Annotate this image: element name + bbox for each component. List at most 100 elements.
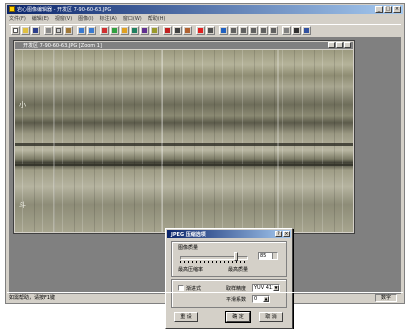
cut-button[interactable] [44,26,53,35]
record-button[interactable] [196,26,205,35]
play-icon [251,28,256,33]
slider-thumb[interactable] [234,252,239,261]
undo-button[interactable] [77,26,86,35]
cancel-button[interactable]: 取 消 [259,312,283,322]
quality-slider[interactable] [180,252,248,263]
info-button[interactable] [219,26,228,35]
paste-button[interactable] [64,26,73,35]
crop-icon [102,28,107,33]
brightness-button[interactable] [130,26,139,35]
copy-button[interactable] [54,26,63,35]
slider-ticks [180,261,248,263]
ruler-icon [185,28,190,33]
last-button[interactable] [269,26,278,35]
first-button[interactable] [229,26,238,35]
core-fracture [161,50,163,232]
title-bar[interactable]: 岩心图像编辑器 - 开发区 7-90-60-63.JPG _ □ × [7,5,403,14]
window-title: 岩心图像编辑器 - 开发区 7-90-60-63.JPG [17,7,112,13]
color-button[interactable] [120,26,129,35]
core-dark-seam-lower [15,164,353,166]
image-maximize-button[interactable] [336,42,343,48]
menu-view[interactable]: 视窗(V) [55,15,72,23]
app-icon [9,6,15,12]
rotate-button[interactable] [110,26,119,35]
dialog-close-button[interactable]: × [283,231,290,237]
new-file-button[interactable] [11,26,20,35]
image-close-button[interactable] [344,42,351,48]
magnifier-icon [284,28,289,33]
next-icon [261,28,266,33]
menu-help[interactable]: 帮助(H) [148,15,166,23]
core-mark: 小 [19,101,26,109]
prev-button[interactable] [239,26,248,35]
toolbar [9,24,401,38]
brightness-icon [132,28,137,33]
core-fracture [53,50,55,232]
spinner-arrows-icon[interactable] [272,253,277,259]
reset-button[interactable]: 重 设 [174,312,198,322]
ok-button[interactable]: 确 定 [225,311,251,323]
prev-icon [241,28,246,33]
minimize-button[interactable]: _ [375,6,383,13]
image-window-title-bar[interactable]: 开发区 7-90-60-63.JPG [Zoom 1] [15,42,353,49]
workspace: 开发区 7-90-60-63.JPG [Zoom 1] 小 斗 JPEG 压缩选… [9,38,401,329]
menu-window[interactable]: 窗口(W) [123,15,142,23]
palette-icon [122,28,127,33]
filter-icon [152,28,157,33]
close-button[interactable]: × [393,6,401,13]
core-dark-seam [15,143,353,146]
help-icon [304,28,309,33]
pointer-button[interactable] [292,26,301,35]
filter-button[interactable] [150,26,159,35]
mark-button[interactable] [163,26,172,35]
first-icon [231,28,236,33]
grid-button[interactable] [206,26,215,35]
text-button[interactable] [173,26,182,35]
sampling-label: 取样精度 [226,286,247,292]
crop-button[interactable] [100,26,109,35]
contrast-icon [142,28,147,33]
menu-image[interactable]: 图像(I) [78,15,93,23]
status-text: 如需帮助，请按F1键 [9,295,56,301]
core-image: 小 斗 [15,50,353,232]
rotate-icon [112,28,117,33]
image-window: 开发区 7-90-60-63.JPG [Zoom 1] 小 斗 [13,40,355,234]
menu-annotate[interactable]: 标注(A) [100,15,117,23]
info-icon [221,28,226,33]
menu-bar: 文件(F) 编辑(E) 视窗(V) 图像(I) 标注(A) 窗口(W) 帮助(H… [9,15,165,23]
measure-button[interactable] [183,26,192,35]
image-minimize-button[interactable] [328,42,335,48]
progressive-label: 渐进式 [186,286,202,292]
help-button[interactable] [302,26,311,35]
redo-button[interactable] [87,26,96,35]
jpeg-options-dialog: JPEG 压缩选项 ? × 图像质量 85 最高压缩率 最高质量 渐进式 取样精… [165,228,293,329]
progressive-checkbox[interactable] [178,285,184,291]
maximize-button[interactable]: □ [384,6,392,13]
max-quality-label: 最高质量 [228,267,249,273]
menu-file[interactable]: 文件(F) [9,15,26,23]
disk-icon [33,28,38,33]
next-button[interactable] [259,26,268,35]
chevron-down-icon[interactable]: ▼ [273,285,279,291]
zoom-button[interactable] [282,26,291,35]
contrast-button[interactable] [140,26,149,35]
quality-group: 图像质量 85 最高压缩率 最高质量 [171,241,287,277]
last-icon [271,28,276,33]
core-mark: 斗 [19,201,26,209]
play-button[interactable] [249,26,258,35]
open-button[interactable] [21,26,30,35]
sampling-dropdown[interactable]: YUV 411 ▼ [252,284,280,292]
quality-spinner[interactable]: 85 [258,252,278,260]
save-button[interactable] [31,26,40,35]
dialog-title: JPEG 压缩选项 [171,232,206,238]
redo-icon [89,28,94,33]
status-bar: 如需帮助，请按F1键 数字 [7,292,403,302]
menu-edit[interactable]: 编辑(E) [32,15,49,23]
dialog-title-bar[interactable]: JPEG 压缩选项 ? × [167,230,291,238]
dialog-help-button[interactable]: ? [275,231,282,237]
undo-icon [79,28,84,33]
pointer-icon [294,28,299,33]
text-icon [175,28,180,33]
image-window-title: 开发区 7-90-60-63.JPG [Zoom 1] [23,43,102,49]
grid-icon [208,28,213,33]
